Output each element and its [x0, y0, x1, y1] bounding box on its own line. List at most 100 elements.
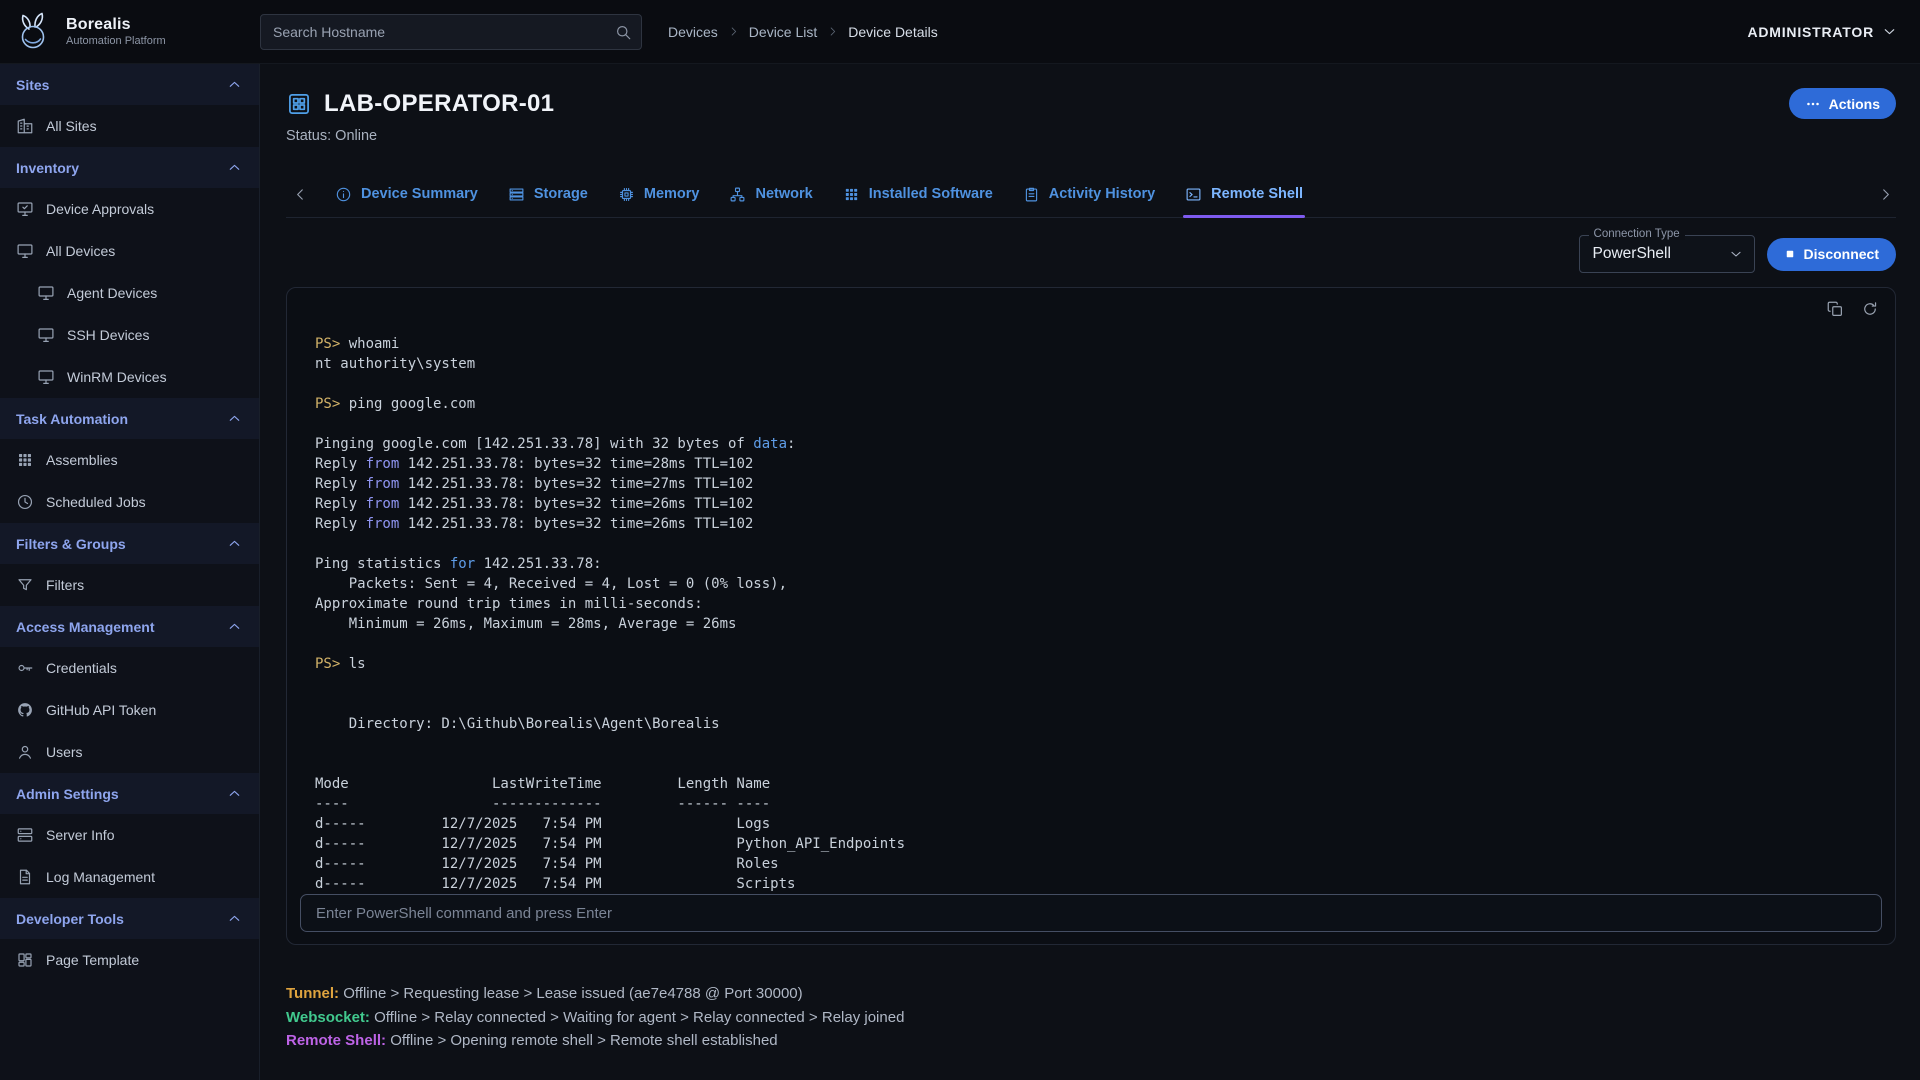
page-title: LAB-OPERATOR-01 [324, 90, 554, 118]
tabs-scroll-left-icon[interactable] [292, 186, 309, 203]
tab-memory[interactable]: Memory [618, 171, 700, 217]
device-check-icon [16, 200, 34, 218]
status-line-label: Remote Shell: [286, 1032, 386, 1049]
terminal-line: Reply from 142.251.33.78: bytes=32 time=… [315, 494, 1873, 514]
sidebar-item-all-devices[interactable]: All Devices [0, 230, 259, 272]
sidebar-item-page-template[interactable]: Page Template [0, 939, 259, 981]
apps-icon [843, 186, 860, 203]
breadcrumb-item-devices[interactable]: Devices [668, 24, 718, 40]
sidebar-item-label: Server Info [46, 827, 114, 843]
storage-icon [508, 186, 525, 203]
sidebar-item-label: Page Template [46, 952, 139, 968]
tab-label: Installed Software [869, 186, 993, 202]
sidebar-section-sites[interactable]: Sites [0, 64, 259, 105]
sidebar-item-winrm-devices[interactable]: WinRM Devices [0, 356, 259, 398]
terminal-line: d----- 12/7/2025 7:54 PM Python_API_Endp… [315, 834, 1873, 854]
copy-output-icon[interactable] [1826, 300, 1844, 318]
search-input[interactable] [260, 14, 642, 50]
device-icon [37, 284, 55, 302]
terminal-line [315, 414, 1873, 434]
terminal-line [315, 634, 1873, 654]
chevron-down-icon [1728, 246, 1744, 262]
user-menu-label: ADMINISTRATOR [1747, 24, 1874, 40]
stop-icon [1784, 248, 1796, 260]
tab-label: Remote Shell [1211, 186, 1303, 202]
sidebar-item-assemblies[interactable]: Assemblies [0, 439, 259, 481]
sidebar-section-access-management[interactable]: Access Management [0, 606, 259, 647]
tab-network[interactable]: Network [729, 171, 812, 217]
sidebar-section-developer-tools[interactable]: Developer Tools [0, 898, 259, 939]
clock-icon [16, 493, 34, 511]
tab-label: Storage [534, 186, 588, 202]
sidebar-item-label: Assemblies [46, 452, 118, 468]
terminal-line [315, 534, 1873, 554]
sidebar-item-label: Scheduled Jobs [46, 494, 146, 510]
disconnect-button[interactable]: Disconnect [1767, 238, 1896, 271]
sidebar-section-admin-settings[interactable]: Admin Settings [0, 773, 259, 814]
terminal-line: PS> ping google.com [315, 394, 1873, 414]
connection-controls: Connection Type PowerShell Disconnect [286, 231, 1896, 277]
sidebar-item-scheduled-jobs[interactable]: Scheduled Jobs [0, 481, 259, 523]
server-icon [16, 826, 34, 844]
connection-type-select[interactable]: Connection Type PowerShell [1579, 235, 1755, 273]
terminal-icon [1185, 186, 1202, 203]
sidebar-item-agent-devices[interactable]: Agent Devices [0, 272, 259, 314]
tab-storage[interactable]: Storage [508, 171, 588, 217]
tab-activity-history[interactable]: Activity History [1023, 171, 1155, 217]
sidebar-item-label: All Devices [46, 243, 115, 259]
breadcrumb-item-device-list[interactable]: Device List [749, 24, 817, 40]
terminal-line: Reply from 142.251.33.78: bytes=32 time=… [315, 454, 1873, 474]
tab-remote-shell[interactable]: Remote Shell [1185, 171, 1303, 217]
sidebar-item-log-management[interactable]: Log Management [0, 856, 259, 898]
sites-icon [16, 117, 34, 135]
breadcrumb: Devices Device List Device Details [668, 24, 938, 40]
sidebar-item-filters[interactable]: Filters [0, 564, 259, 606]
sidebar-section-inventory[interactable]: Inventory [0, 147, 259, 188]
tab-label: Network [755, 186, 812, 202]
device-status: Status: Online [286, 128, 1896, 144]
sidebar-item-label: Agent Devices [67, 285, 157, 301]
sidebar-section-label: Access Management [16, 619, 155, 635]
sidebar-item-device-approvals[interactable]: Device Approvals [0, 188, 259, 230]
actions-button[interactable]: Actions [1789, 88, 1896, 119]
sidebar-item-users[interactable]: Users [0, 731, 259, 773]
tab-device-summary[interactable]: Device Summary [335, 171, 478, 217]
sidebar-item-label: Users [46, 744, 83, 760]
tabs-scroll-right-icon[interactable] [1877, 186, 1894, 203]
dashboard-icon [16, 951, 34, 969]
sidebar-section-task-automation[interactable]: Task Automation [0, 398, 259, 439]
sidebar-section-filters-groups[interactable]: Filters & Groups [0, 523, 259, 564]
terminal-tools [1826, 300, 1879, 318]
sidebar-item-ssh-devices[interactable]: SSH Devices [0, 314, 259, 356]
sidebar-item-label: SSH Devices [67, 327, 149, 343]
brand-text: Borealis Automation Platform [66, 16, 166, 47]
github-icon [16, 701, 34, 719]
brand-subtitle: Automation Platform [66, 35, 166, 47]
terminal-line: Directory: D:\Github\Borealis\Agent\Bore… [315, 714, 1873, 734]
device-header: LAB-OPERATOR-01 Actions [286, 90, 1896, 118]
sidebar-item-github-api-token[interactable]: GitHub API Token [0, 689, 259, 731]
terminal-line: d----- 12/7/2025 7:54 PM Roles [315, 854, 1873, 874]
borealis-logo-icon [12, 10, 56, 54]
actions-button-label: Actions [1829, 96, 1880, 112]
terminal-output[interactable]: PS> whoamint authority\system PS> ping g… [315, 334, 1873, 894]
sidebar-section-label: Admin Settings [16, 786, 119, 802]
breadcrumb-separator-icon [826, 25, 839, 38]
sidebar-item-credentials[interactable]: Credentials [0, 647, 259, 689]
sidebar-item-label: Log Management [46, 869, 155, 885]
breadcrumb-item-device-details[interactable]: Device Details [848, 24, 937, 40]
sidebar-item-label: Device Approvals [46, 201, 154, 217]
terminal-line: Pinging google.com [142.251.33.78] with … [315, 434, 1873, 454]
command-input[interactable] [300, 894, 1882, 932]
terminal-line: nt authority\system [315, 354, 1873, 374]
key-icon [16, 659, 34, 677]
connection-type-label: Connection Type [1589, 228, 1685, 240]
sidebar-item-server-info[interactable]: Server Info [0, 814, 259, 856]
tabs: Device Summary Storage Memory Network Instal… [335, 171, 1303, 217]
sidebar-item-all-sites[interactable]: All Sites [0, 105, 259, 147]
tab-installed-software[interactable]: Installed Software [843, 171, 993, 217]
refresh-icon[interactable] [1861, 300, 1879, 318]
user-menu[interactable]: ADMINISTRATOR [1747, 23, 1898, 40]
brand[interactable]: Borealis Automation Platform [12, 10, 260, 54]
network-icon [729, 186, 746, 203]
